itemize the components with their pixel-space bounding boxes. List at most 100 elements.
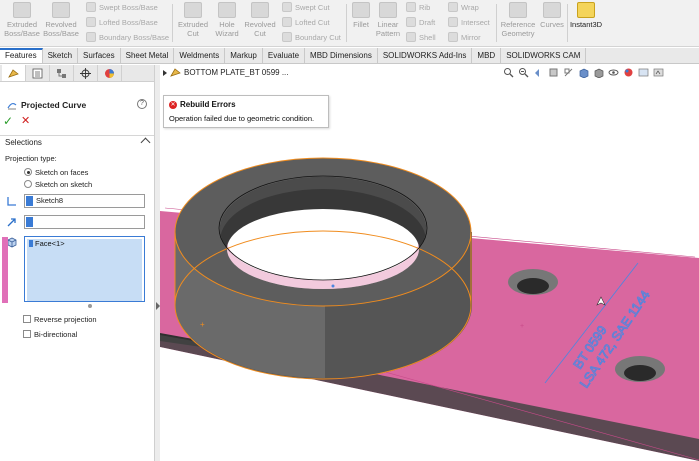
hole-wizard-label: Hole Wizard bbox=[215, 20, 239, 38]
hole-wizard-button[interactable]: Hole Wizard bbox=[212, 2, 242, 38]
tab-sketch[interactable]: Sketch bbox=[43, 48, 79, 63]
resize-handle[interactable] bbox=[88, 304, 92, 308]
wrap-button[interactable]: Wrap bbox=[448, 1, 479, 14]
radio-sketch-on-sketch-label: Sketch on sketch bbox=[35, 180, 93, 189]
boundary-cut-icon bbox=[282, 32, 292, 42]
mirror-icon bbox=[448, 32, 458, 42]
revolved-cut-button[interactable]: Revolved Cut bbox=[243, 2, 277, 38]
extruded-cut-button[interactable]: Extruded Cut bbox=[176, 2, 210, 38]
lofted-cut-button[interactable]: Lofted Cut bbox=[282, 16, 330, 29]
direction-selection-field[interactable] bbox=[24, 215, 145, 229]
edit-appearance-icon[interactable] bbox=[623, 67, 634, 78]
previous-view-icon[interactable] bbox=[533, 67, 544, 78]
ok-button[interactable]: ✓ bbox=[3, 115, 16, 128]
mirror-button[interactable]: Mirror bbox=[448, 31, 481, 44]
radio-sketch-on-faces[interactable]: Sketch on faces bbox=[24, 168, 88, 177]
cancel-button[interactable]: ✕ bbox=[21, 115, 34, 128]
swept-boss-icon bbox=[86, 2, 96, 12]
swept-cut-icon bbox=[282, 2, 292, 12]
display-style-icon[interactable] bbox=[593, 67, 604, 78]
lofted-boss-label: Lofted Boss/Base bbox=[99, 18, 158, 27]
instant3d-button[interactable]: Instant3D bbox=[569, 2, 603, 29]
swept-cut-button[interactable]: Swept Cut bbox=[282, 1, 330, 14]
help-icon[interactable]: ? bbox=[137, 99, 147, 109]
revolved-boss-button[interactable]: Revolved Boss/Base bbox=[42, 2, 80, 38]
revolved-boss-icon bbox=[52, 2, 70, 18]
selections-section-header[interactable]: Selections bbox=[0, 135, 155, 149]
tree-expand-icon[interactable] bbox=[163, 70, 167, 76]
draft-label: Draft bbox=[419, 18, 436, 27]
projection-type-label: Projection type: bbox=[5, 154, 57, 163]
dimxpert-manager-tab[interactable] bbox=[74, 65, 98, 81]
extruded-boss-button[interactable]: Extruded Boss/Base bbox=[4, 2, 40, 38]
feature-manager-tab[interactable] bbox=[2, 65, 26, 81]
lofted-boss-button[interactable]: Lofted Boss/Base bbox=[86, 16, 158, 29]
tab-surfaces[interactable]: Surfaces bbox=[78, 48, 121, 63]
boundary-cut-button[interactable]: Boundary Cut bbox=[282, 31, 341, 44]
tab-weldments[interactable]: Weldments bbox=[174, 48, 226, 63]
radio-sketch-on-sketch[interactable]: Sketch on sketch bbox=[24, 180, 92, 189]
tab-mbd-dimensions[interactable]: MBD Dimensions bbox=[305, 48, 378, 63]
origin-marker: + bbox=[200, 320, 205, 329]
list-item[interactable]: Face<1> bbox=[27, 239, 142, 301]
crosshair-icon bbox=[80, 67, 91, 79]
shell-icon bbox=[406, 32, 416, 42]
bi-directional-checkbox[interactable]: Bi-directional bbox=[23, 330, 77, 339]
draft-icon bbox=[406, 17, 416, 27]
hole-2-bore bbox=[624, 365, 656, 381]
view-orientation-icon[interactable] bbox=[578, 67, 589, 78]
face-selection-list[interactable]: Face<1> bbox=[2, 236, 145, 303]
tab-mbd[interactable]: MBD bbox=[472, 48, 502, 63]
intersect-label: Intersect bbox=[461, 18, 490, 27]
tab-markup[interactable]: Markup bbox=[225, 48, 263, 63]
view-settings-icon[interactable] bbox=[653, 67, 664, 78]
zoom-to-fit-icon[interactable] bbox=[503, 67, 514, 78]
configuration-manager-tab[interactable] bbox=[50, 65, 74, 81]
sketch-selection-field[interactable]: Sketch8 bbox=[24, 194, 145, 208]
rib-button[interactable]: Rib bbox=[406, 1, 430, 14]
instant3d-icon bbox=[577, 2, 595, 18]
extruded-boss-icon bbox=[13, 2, 31, 18]
mirror-label: Mirror bbox=[461, 33, 481, 42]
tab-solidworks-cam[interactable]: SOLIDWORKS CAM bbox=[501, 48, 587, 63]
reverse-projection-checkbox[interactable]: Reverse projection bbox=[23, 315, 97, 324]
shell-button[interactable]: Shell bbox=[406, 31, 436, 44]
property-manager-panel: Projected Curve ? ✓ ✕ Selections Project… bbox=[0, 65, 156, 461]
reverse-projection-label: Reverse projection bbox=[34, 315, 97, 324]
manager-tabs bbox=[0, 65, 155, 82]
appearance-icon bbox=[105, 68, 114, 78]
shell-label: Shell bbox=[419, 33, 436, 42]
draft-button[interactable]: Draft bbox=[406, 16, 435, 29]
lofted-cut-label: Lofted Cut bbox=[295, 18, 330, 27]
checkbox-icon bbox=[23, 315, 31, 323]
tab-features[interactable]: Features bbox=[0, 48, 43, 63]
boundary-boss-button[interactable]: Boundary Boss/Base bbox=[86, 31, 169, 44]
apply-scene-icon[interactable] bbox=[638, 67, 649, 78]
fillet-button[interactable]: Fillet bbox=[350, 2, 372, 29]
part-name[interactable]: BOTTOM PLATE_BT 0599 ... bbox=[184, 68, 288, 77]
section-view-icon[interactable] bbox=[548, 67, 559, 78]
dynamic-annotation-icon[interactable] bbox=[563, 67, 574, 78]
linear-pattern-label: Linear Pattern bbox=[375, 20, 401, 38]
graphics-area[interactable]: BT 0599 LSA 472, SAE 1144 + + BOTTOM PLA… bbox=[160, 65, 699, 461]
heads-up-view-toolbar bbox=[503, 67, 664, 79]
intersect-icon bbox=[448, 17, 458, 27]
feature-tree-icon bbox=[8, 68, 19, 78]
tab-evaluate[interactable]: Evaluate bbox=[263, 48, 306, 63]
rebuild-errors-tooltip: ✕ Rebuild Errors Operation failed due to… bbox=[163, 95, 329, 128]
reference-geometry-button[interactable]: Reference Geometry bbox=[499, 2, 537, 38]
hole-1-bore bbox=[517, 278, 549, 294]
selection-color-swatch bbox=[26, 217, 33, 227]
tab-solidworks-add-ins[interactable]: SOLIDWORKS Add-Ins bbox=[378, 48, 473, 63]
intersect-button[interactable]: Intersect bbox=[448, 16, 490, 29]
swept-boss-button[interactable]: Swept Boss/Base bbox=[86, 1, 158, 14]
display-manager-tab[interactable] bbox=[98, 65, 122, 81]
checkbox-icon bbox=[23, 330, 31, 338]
hide-show-items-icon[interactable] bbox=[608, 67, 619, 78]
zoom-to-area-icon[interactable] bbox=[518, 67, 529, 78]
curves-icon bbox=[543, 2, 561, 18]
tab-sheet-metal[interactable]: Sheet Metal bbox=[121, 48, 175, 63]
curves-button[interactable]: Curves bbox=[539, 2, 565, 29]
property-manager-tab[interactable] bbox=[26, 65, 50, 81]
linear-pattern-button[interactable]: Linear Pattern bbox=[374, 2, 402, 38]
